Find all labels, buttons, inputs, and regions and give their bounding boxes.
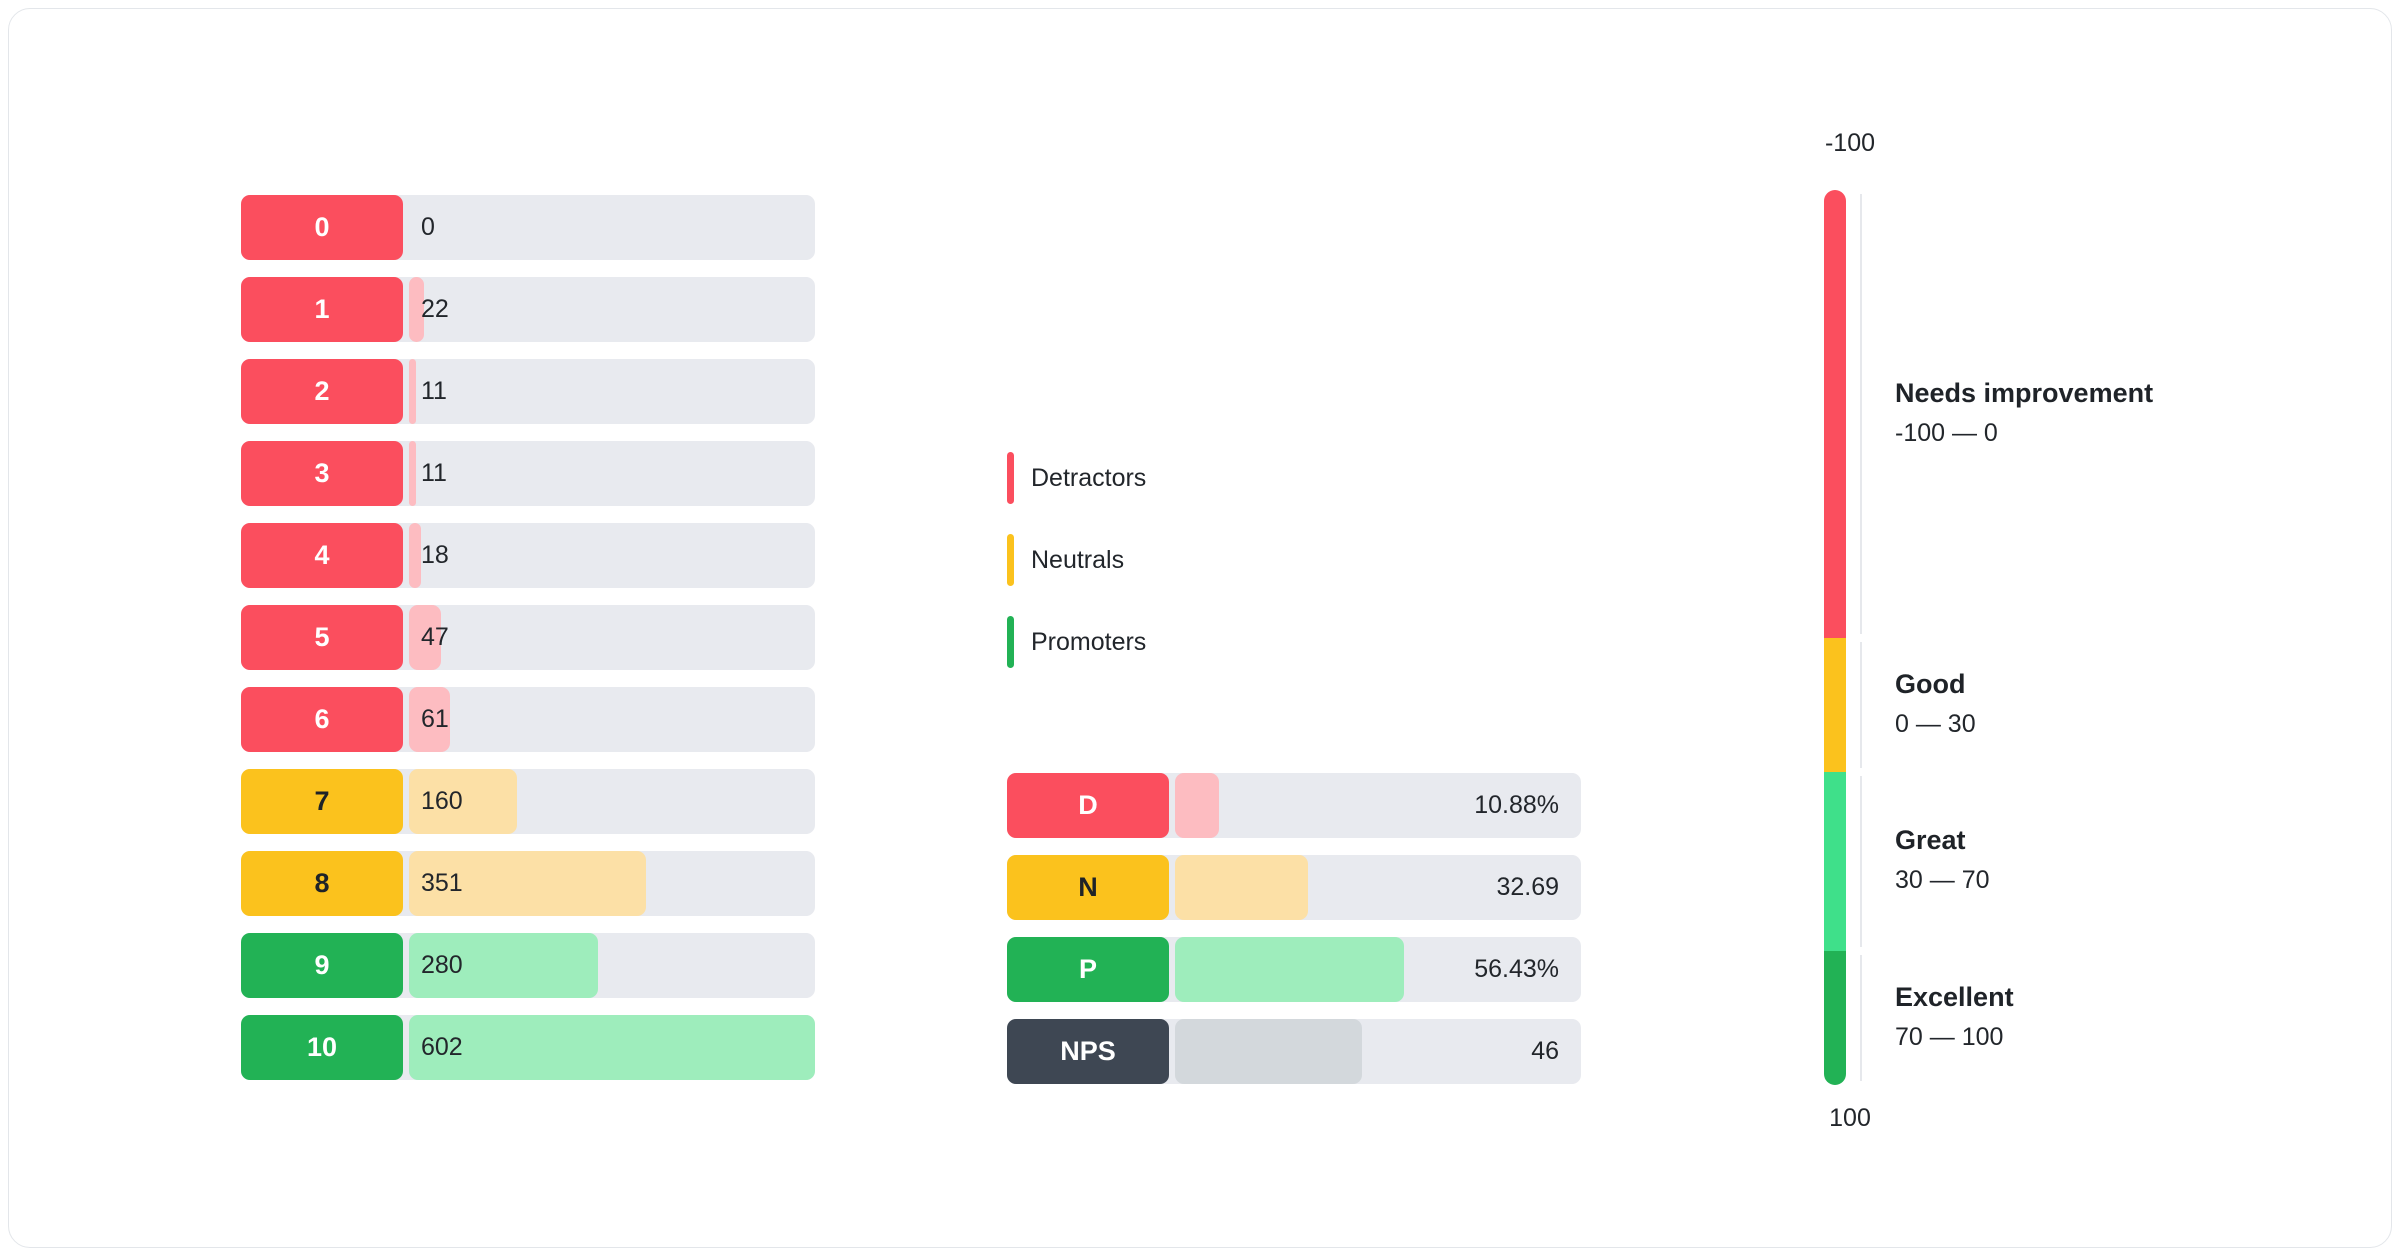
gauge-band-name: Great (1895, 825, 1966, 856)
gauge-band-range: 0 — 30 (1895, 709, 1976, 738)
summary-value: 46 (1531, 1037, 1559, 1065)
summary-badge: P (1007, 937, 1169, 1002)
gauge-max-label: -100 (1824, 129, 1876, 157)
gauge-band-range: 70 — 100 (1895, 1022, 2004, 1051)
score-row[interactable]: 00 (241, 195, 815, 260)
summary-badge: D (1007, 773, 1169, 838)
legend-label: Detractors (1031, 463, 1147, 492)
summary-bar-fill (1175, 1019, 1362, 1084)
score-badge: 3 (241, 441, 403, 506)
score-row[interactable]: 7 160 (241, 769, 815, 834)
legend-color-swatch (1007, 452, 1014, 504)
gauge-tick (1860, 194, 1862, 634)
gauge-band-name: Good (1895, 668, 1966, 699)
gauge-band-name: Excellent (1895, 981, 2014, 1012)
gauge-band-segment (1824, 190, 1846, 638)
summary-bar-fill (1175, 773, 1219, 838)
score-count: 0 (421, 213, 435, 241)
score-badge: 10 (241, 1015, 403, 1080)
score-row[interactable]: 8 351 (241, 851, 815, 916)
score-badge: 2 (241, 359, 403, 424)
gauge-band: Needs improvement -100 — 0 (1895, 378, 2315, 448)
score-row[interactable]: 2 11 (241, 359, 815, 424)
score-row[interactable]: 6 61 (241, 687, 815, 752)
legend-label: Neutrals (1031, 545, 1125, 574)
score-row[interactable]: 1 22 (241, 277, 815, 342)
summary-row[interactable]: N 32.69 (1007, 855, 1581, 920)
gauge-band-range: -100 — 0 (1895, 418, 1998, 447)
score-count: 280 (421, 951, 463, 979)
score-badge: 0 (241, 195, 403, 260)
score-count: 61 (421, 705, 449, 733)
legend-item[interactable]: Promoters (1007, 616, 1146, 668)
summary-value: 56.43% (1474, 955, 1559, 983)
chart-legend: Detractors Neutrals Promoters (1007, 452, 1146, 698)
summary-bar-fill (1175, 855, 1308, 920)
gauge-tick (1860, 775, 1862, 947)
nps-summary-chart: D 10.88% N 32.69 P 56.43% NPS 46 (1007, 773, 1581, 1101)
score-badge: 9 (241, 933, 403, 998)
score-row[interactable]: 10 602 (241, 1015, 815, 1080)
score-count: 160 (421, 787, 463, 815)
gauge-band-segment (1824, 637, 1846, 772)
score-distribution-chart: 0 0 1 22 2 11 3 11 4 18 5 47 6 61 7 160 8 351 9 280 10 602 (241, 195, 815, 1097)
score-count: 18 (421, 541, 449, 569)
score-count: 47 (421, 623, 449, 651)
gauge-band-name: Needs improvement (1895, 377, 2154, 408)
legend-color-swatch (1007, 534, 1014, 586)
gauge-band: Great 30 — 70 (1895, 825, 2315, 895)
score-count: 351 (421, 869, 463, 897)
score-count: 11 (421, 377, 447, 405)
score-row[interactable]: 5 47 (241, 605, 815, 670)
score-count: 602 (421, 1033, 463, 1061)
score-count: 11 (421, 459, 447, 487)
legend-item[interactable]: Neutrals (1007, 534, 1146, 586)
score-badge: 1 (241, 277, 403, 342)
summary-row[interactable]: NPS 46 (1007, 1019, 1581, 1084)
score-badge: 8 (241, 851, 403, 916)
summary-row[interactable]: D 10.88% (1007, 773, 1581, 838)
score-row[interactable]: 3 11 (241, 441, 815, 506)
score-badge: 7 (241, 769, 403, 834)
legend-label: Promoters (1031, 627, 1147, 656)
summary-bar-fill (1175, 937, 1404, 1002)
summary-badge: NPS (1007, 1019, 1169, 1084)
summary-value: 32.69 (1496, 873, 1559, 901)
score-bar-fill (409, 359, 416, 424)
gauge-tick (1860, 641, 1862, 768)
score-badge: 4 (241, 523, 403, 588)
score-badge: 6 (241, 687, 403, 752)
gauge-band-range: 30 — 70 (1895, 866, 1990, 895)
legend-color-swatch (1007, 616, 1014, 668)
summary-badge: N (1007, 855, 1169, 920)
legend-item[interactable]: Detractors (1007, 452, 1146, 504)
score-bar-fill (409, 441, 416, 506)
gauge-band: Excellent 70 — 100 (1895, 982, 2315, 1052)
nps-dashboard-card: 0 0 1 22 2 11 3 11 4 18 5 47 6 61 7 160 8 351 9 280 10 602 De… (8, 8, 2392, 1248)
score-row[interactable]: 9 280 (241, 933, 815, 998)
gauge-band-segment (1824, 950, 1846, 1085)
score-count: 22 (421, 295, 449, 323)
gauge-band: Good 0 — 30 (1895, 669, 2315, 739)
score-row[interactable]: 4 18 (241, 523, 815, 588)
gauge-band-segment (1824, 771, 1846, 951)
gauge-min-label: 100 (1829, 1104, 1871, 1132)
summary-row[interactable]: P 56.43% (1007, 937, 1581, 1002)
gauge-tick (1860, 954, 1862, 1081)
summary-value: 10.88% (1474, 791, 1559, 819)
score-badge: 5 (241, 605, 403, 670)
gauge-color-bar (1824, 190, 1846, 1085)
score-bar-fill (409, 523, 421, 588)
score-bar-fill (409, 1015, 815, 1080)
